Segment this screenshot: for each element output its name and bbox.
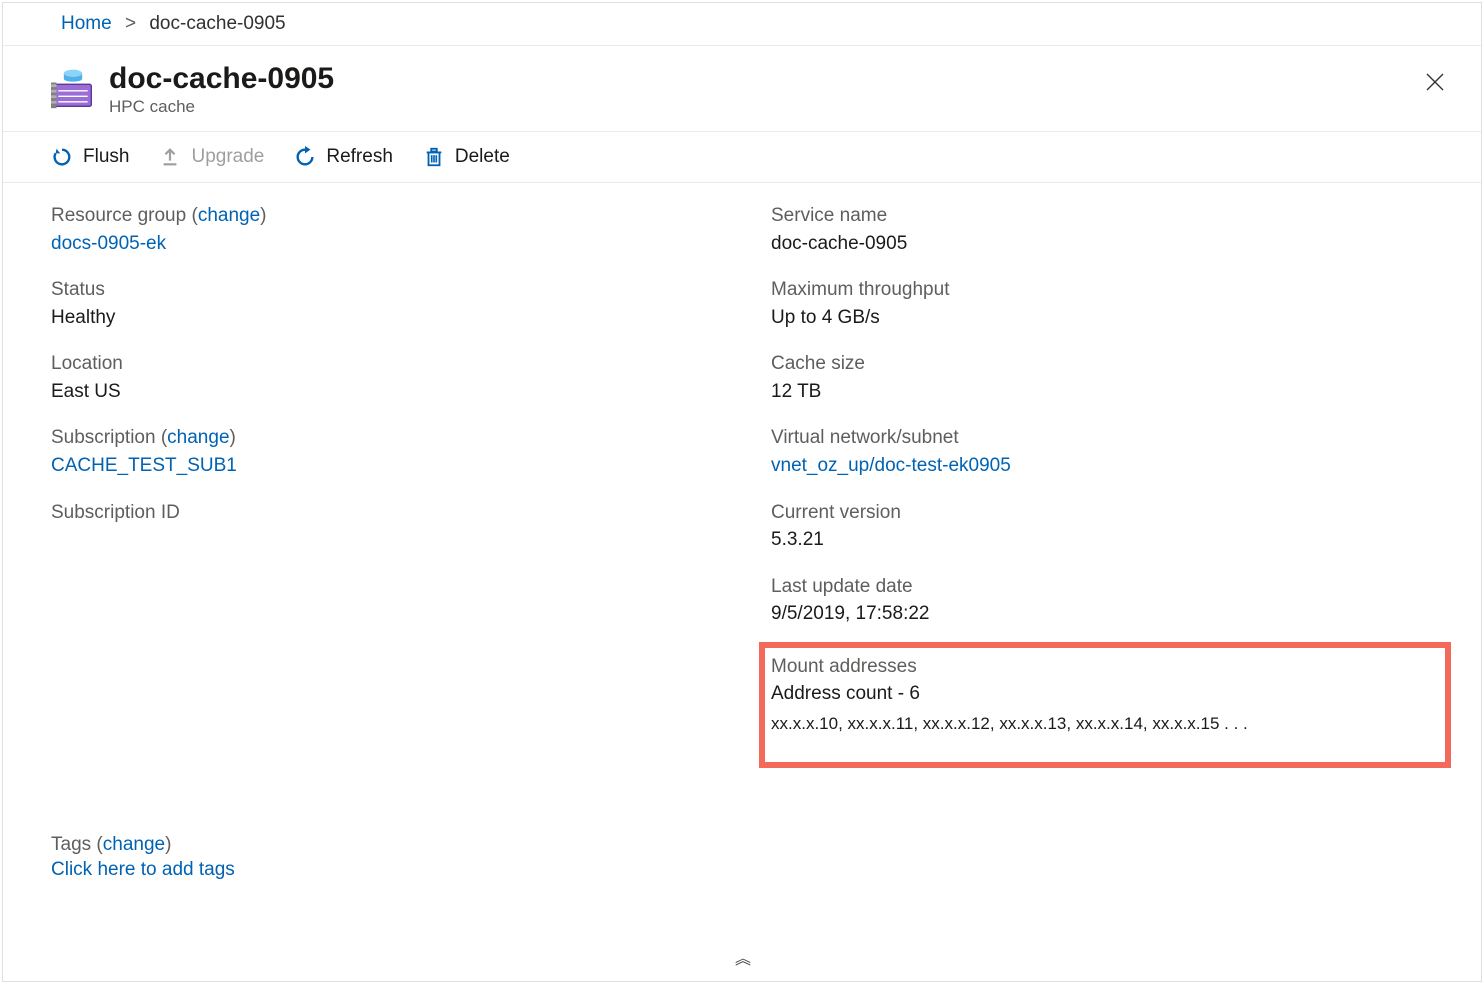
- refresh-button[interactable]: Refresh: [294, 146, 393, 168]
- flush-icon: [51, 146, 73, 168]
- chevron-up-icon: ︽: [735, 951, 749, 968]
- breadcrumb: Home > doc-cache-0905: [3, 3, 1481, 46]
- service-name-label: Service name: [771, 203, 1451, 230]
- subscription-id-label: Subscription ID: [51, 500, 731, 527]
- subscription-value-link[interactable]: CACHE_TEST_SUB1: [51, 455, 237, 476]
- hpc-cache-icon: [51, 66, 95, 110]
- page-header: doc-cache-0905 HPC cache: [3, 46, 1481, 132]
- tags-section: Tags (change) Click here to add tags: [51, 832, 235, 881]
- max-throughput-value: Up to 4 GB/s: [771, 304, 1451, 332]
- toolbar: Flush Upgrade Refresh Delete: [3, 132, 1481, 183]
- mount-addresses-count: Address count - 6: [771, 680, 1435, 708]
- breadcrumb-separator: >: [125, 13, 136, 34]
- close-button[interactable]: [1419, 66, 1451, 104]
- delete-label: Delete: [455, 146, 510, 168]
- subscription-label: Subscription (change): [51, 425, 731, 452]
- resource-group-change-link[interactable]: change: [198, 205, 260, 226]
- last-update-label: Last update date: [771, 574, 1451, 601]
- vnet-label: Virtual network/subnet: [771, 425, 1451, 452]
- status-value: Healthy: [51, 304, 731, 332]
- upgrade-label: Upgrade: [191, 146, 264, 168]
- flush-label: Flush: [83, 146, 129, 168]
- tags-change-link[interactable]: change: [103, 834, 165, 855]
- service-name-value: doc-cache-0905: [771, 230, 1451, 258]
- tags-label: Tags: [51, 834, 91, 855]
- refresh-label: Refresh: [326, 146, 393, 168]
- location-label: Location: [51, 351, 731, 378]
- left-column: Resource group (change) docs-0905-ek Sta…: [51, 203, 731, 768]
- version-label: Current version: [771, 500, 1451, 527]
- expand-chevron[interactable]: ︽: [735, 945, 749, 969]
- mount-addresses-list: xx.x.x.10, xx.x.x.11, xx.x.x.12, xx.x.x.…: [771, 714, 1435, 734]
- mount-addresses-label: Mount addresses: [771, 654, 1435, 681]
- resource-group-value-link[interactable]: docs-0905-ek: [51, 233, 166, 254]
- cache-size-value: 12 TB: [771, 378, 1451, 406]
- version-value: 5.3.21: [771, 526, 1451, 554]
- status-label: Status: [51, 277, 731, 304]
- last-update-value: 9/5/2019, 17:58:22: [771, 600, 1451, 628]
- add-tags-link[interactable]: Click here to add tags: [51, 859, 235, 880]
- refresh-icon: [294, 146, 316, 168]
- page-title: doc-cache-0905: [109, 62, 1419, 95]
- breadcrumb-current: doc-cache-0905: [149, 13, 285, 34]
- mount-addresses-highlight: Mount addresses Address count - 6 xx.x.x…: [759, 642, 1451, 768]
- breadcrumb-home-link[interactable]: Home: [61, 13, 112, 34]
- overview-content: Resource group (change) docs-0905-ek Sta…: [3, 183, 1481, 768]
- upgrade-icon: [159, 146, 181, 168]
- vnet-value-link[interactable]: vnet_oz_up/doc-test-ek0905: [771, 455, 1011, 476]
- cache-size-label: Cache size: [771, 351, 1451, 378]
- page-subtitle: HPC cache: [109, 97, 1419, 117]
- resource-group-label: Resource group (change): [51, 203, 731, 230]
- right-column: Service name doc-cache-0905 Maximum thro…: [771, 203, 1451, 768]
- subscription-change-link[interactable]: change: [167, 427, 229, 448]
- location-value: East US: [51, 378, 731, 406]
- flush-button[interactable]: Flush: [51, 146, 129, 168]
- delete-button[interactable]: Delete: [423, 146, 510, 168]
- delete-icon: [423, 146, 445, 168]
- close-icon: [1425, 72, 1445, 92]
- max-throughput-label: Maximum throughput: [771, 277, 1451, 304]
- upgrade-button: Upgrade: [159, 146, 264, 168]
